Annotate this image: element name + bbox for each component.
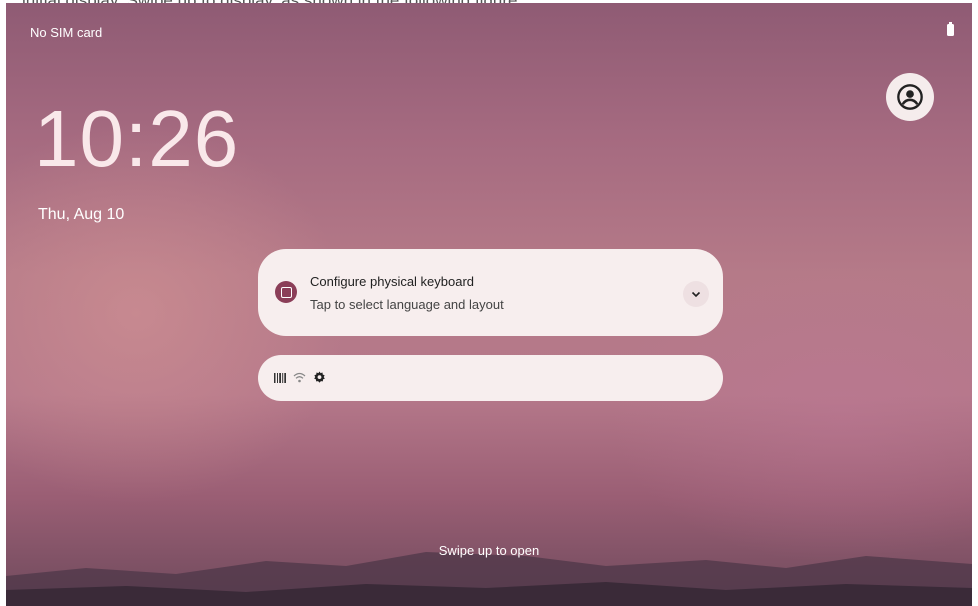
barcode-icon bbox=[274, 372, 286, 383]
keyboard-app-icon bbox=[275, 281, 297, 303]
silent-notifications-bar[interactable] bbox=[258, 355, 723, 401]
notification-subtitle: Tap to select language and layout bbox=[310, 297, 504, 312]
lock-screen[interactable]: No SIM card 10:26 Thu, Aug 10 Configure … bbox=[6, 3, 972, 606]
battery-icon bbox=[947, 22, 954, 36]
settings-icon bbox=[314, 371, 325, 383]
expand-notification-button[interactable] bbox=[683, 281, 709, 307]
wifi-icon bbox=[293, 372, 306, 383]
swipe-up-hint: Swipe up to open bbox=[438, 543, 540, 558]
user-switcher-button[interactable] bbox=[886, 73, 934, 121]
chevron-down-icon bbox=[691, 291, 701, 298]
carrier-status: No SIM card bbox=[30, 25, 103, 40]
clock-date: Thu, Aug 10 bbox=[38, 206, 125, 223]
clock-time: 10:26 bbox=[34, 94, 240, 183]
notification-card[interactable]: Configure physical keyboard Tap to selec… bbox=[258, 249, 723, 336]
wallpaper-mountains bbox=[6, 552, 972, 606]
notification-title: Configure physical keyboard bbox=[310, 274, 475, 289]
account-circle-icon bbox=[897, 84, 923, 110]
